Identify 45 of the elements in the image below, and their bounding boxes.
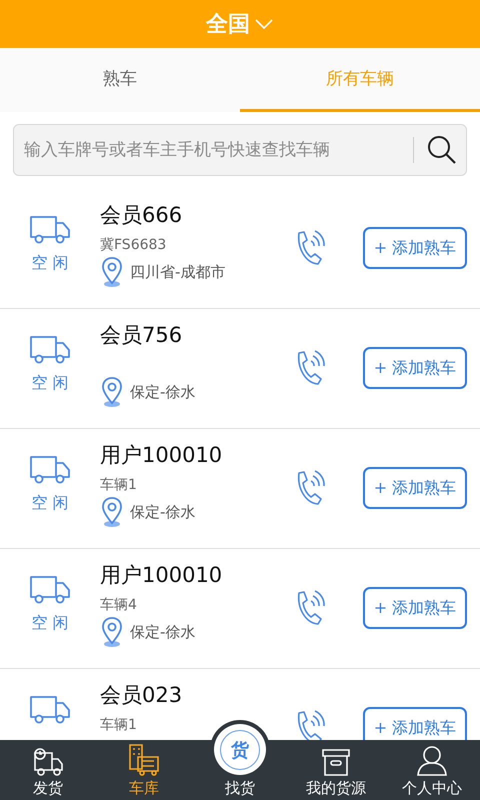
nav-tab[interactable]: 车库: [96, 740, 192, 800]
add-vehicle-button[interactable]: + 添加熟车: [363, 587, 467, 629]
add-vehicle-button[interactable]: + 添加熟车: [363, 467, 467, 509]
add-vehicle-button[interactable]: + 添加熟车: [363, 707, 467, 740]
location-pin-icon: [100, 496, 124, 528]
archive-box-icon: [321, 747, 351, 777]
building-truck-icon: [128, 743, 160, 777]
location-text: 保定-徐水: [130, 382, 196, 402]
member-name: 用户100010: [100, 442, 224, 469]
truck-icon: [29, 695, 71, 725]
tab[interactable]: 熟车: [0, 48, 240, 112]
search-field[interactable]: 输入车牌号或者车主手机号快速查找车辆: [13, 124, 467, 176]
truck-icon: [29, 335, 71, 365]
plate-number: 车辆1: [100, 716, 138, 734]
vehicle-status: 空 闲: [31, 373, 69, 394]
vehicle-status: 空 闲: [31, 613, 69, 634]
truck-icon: [29, 455, 71, 485]
chevron-down-icon: [254, 18, 274, 30]
search-input[interactable]: 输入车牌号或者车主手机号快速查找车辆: [22, 139, 401, 161]
location-text: 保定-徐水: [130, 502, 196, 522]
location-pin-icon: [100, 616, 124, 648]
truck-icon: [29, 575, 71, 605]
location-pin-icon: [100, 256, 124, 288]
plate-number: 车辆4: [100, 596, 138, 614]
user-icon: [416, 745, 448, 777]
truck-icon: [29, 215, 71, 245]
location-text: 四川省-成都市: [130, 262, 226, 282]
add-vehicle-button[interactable]: + 添加熟车: [363, 347, 467, 389]
location-pin-icon: [100, 376, 124, 408]
plate-number: 车辆1: [100, 476, 138, 494]
search-icon[interactable]: [426, 134, 458, 166]
nav-tab[interactable]: 我的货源: [288, 740, 384, 800]
delivery-truck-icon: [32, 747, 64, 777]
plate-number: 冀FS6683: [100, 236, 168, 254]
member-name: 会员756: [100, 322, 184, 349]
add-vehicle-button[interactable]: + 添加熟车: [363, 227, 467, 269]
vehicle-status: 空 闲: [31, 253, 69, 274]
nav-tab[interactable]: 货 找货: [192, 720, 288, 800]
member-name: 会员666: [100, 202, 184, 229]
vehicle-status: 空 闲: [31, 493, 69, 514]
member-name: 会员023: [100, 682, 184, 709]
member-name: 用户100010: [100, 562, 224, 589]
location-text: 保定-徐水: [130, 622, 196, 642]
nav-tab[interactable]: 个人中心: [384, 740, 480, 800]
nav-tab[interactable]: 发货: [0, 740, 96, 800]
